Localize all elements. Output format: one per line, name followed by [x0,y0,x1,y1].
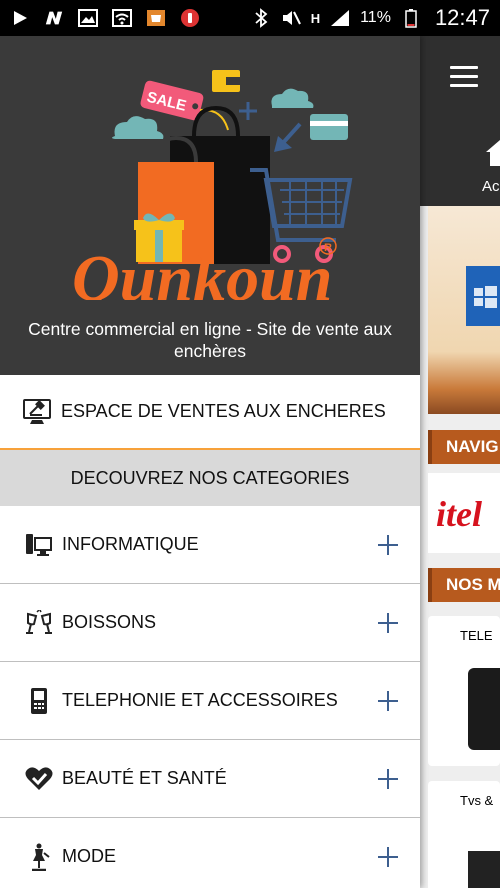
category-item-telephonie[interactable]: TELEPHONIE ET ACCESSOIRES [0,662,420,740]
category-label: MODE [62,846,116,866]
home-label[interactable]: Ac [482,178,500,195]
auction-space-label: ESPACE DE VENTES AUX ENCHERES [61,401,386,421]
expand-plus-icon[interactable] [378,846,398,867]
heart-check-icon [25,765,53,793]
background-page: Ac NAVIG itel NOS M TELE Tvs & [420,36,500,888]
section-header-navig: NAVIG [428,430,500,464]
tagline: Centre commercial en ligne - Site de ven… [28,319,392,361]
app-toolbar: Ac [420,36,500,206]
tv-image [468,851,500,888]
drawer-header: SALE Qunkoun R Centre commercial en lign… [0,36,420,375]
brand-logo-text: itel [436,494,482,534]
categories-header: DECOUVREZ NOS CATEGORIES [0,450,420,506]
product-card[interactable]: TELE [428,616,500,766]
wifi-box-icon [112,8,132,28]
gallery-icon [78,8,98,28]
clock: 12:47 [434,5,490,30]
category-label: BEAUTÉ ET SANTÉ [62,768,227,788]
section-header-nos: NOS M [428,568,500,602]
signal-icon [330,8,350,28]
mannequin-icon [25,843,53,871]
expand-plus-icon[interactable] [378,534,398,555]
shop-app-icon [146,8,166,28]
category-label: INFORMATIQUE [62,534,199,554]
computer-icon [25,531,53,559]
category-label: BOISSONS [62,612,157,632]
play-icon [10,8,30,28]
notification-app-icon [180,8,200,28]
hamburger-menu-icon[interactable] [450,66,478,93]
category-item-beaute-sante[interactable]: BEAUTÉ ET SANTÉ [0,740,420,818]
status-bar: H 11% 12:47 [0,0,500,36]
auction-space-link[interactable]: ESPACE DE VENTES AUX ENCHERES [0,375,420,450]
qunkoun-logo[interactable]: SALE Qunkoun R [60,50,360,300]
laptop-screen-image [466,266,500,326]
navigation-drawer: SALE Qunkoun R Centre commercial en lign… [0,36,420,888]
category-item-boissons[interactable]: BOISSONS [0,584,420,662]
category-item-mode[interactable]: MODE [0,818,420,888]
category-label: TELEPHONIE ET ACCESSOIRES [62,690,338,710]
promo-banner[interactable] [428,206,500,414]
svg-text:R: R [324,242,332,254]
logo-wordmark: Qunkoun [72,242,333,300]
expand-plus-icon[interactable] [378,690,398,711]
product-card-title: Tvs & [460,793,494,808]
product-card[interactable]: Tvs & [428,781,500,888]
battery-percent: 11% [360,9,391,26]
expand-plus-icon[interactable] [378,612,398,633]
home-icon[interactable] [486,140,500,166]
phone-image [468,668,500,750]
expand-plus-icon[interactable] [378,768,398,789]
auction-monitor-icon [23,398,51,424]
battery-icon [401,8,421,28]
product-card-title: TELE [460,628,493,643]
glasses-icon [25,609,53,637]
mute-icon [281,8,301,28]
network-type-label: H [310,10,321,26]
mobile-phone-icon [25,687,53,715]
bluetooth-icon [251,8,271,28]
category-item-informatique[interactable]: INFORMATIQUE [0,506,420,584]
n-app-icon [44,8,64,28]
brand-logo[interactable]: itel [428,473,500,553]
